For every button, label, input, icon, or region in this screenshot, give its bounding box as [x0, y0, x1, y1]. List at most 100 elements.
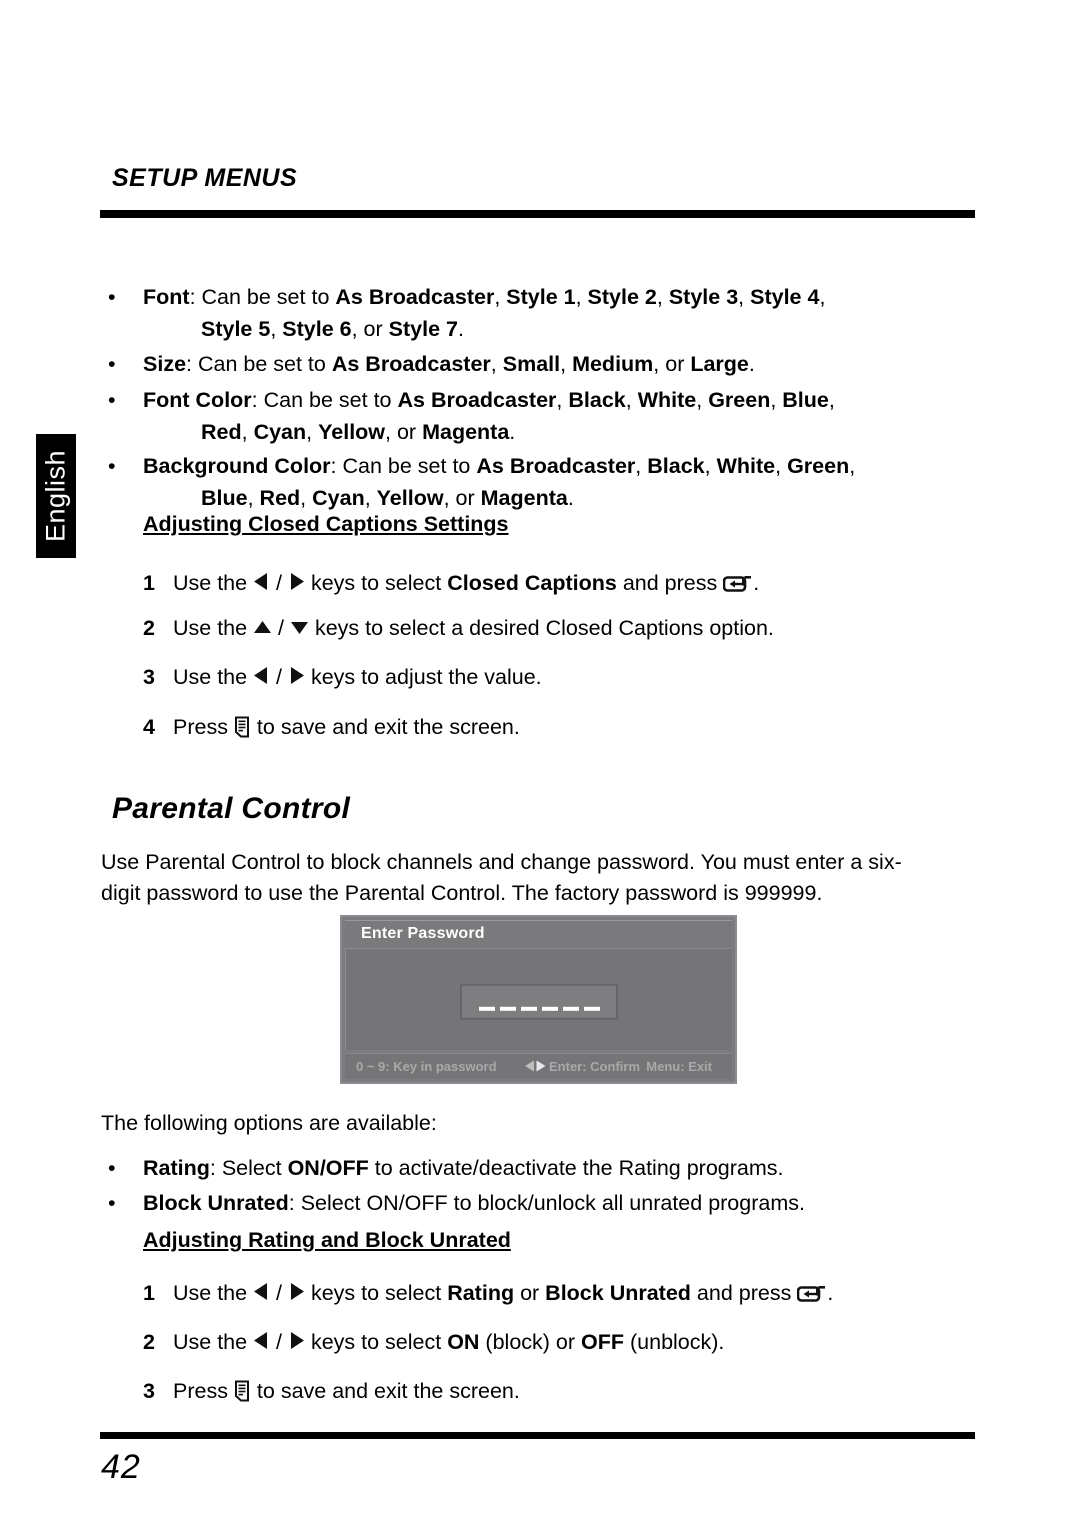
- osd-hint-confirm: Enter: Confirm: [523, 1059, 640, 1075]
- arrow-left-icon: [253, 572, 270, 591]
- heading-adjusting-closed-captions: Adjusting Closed Captions Settings: [143, 512, 509, 536]
- value-style-5: Style 5: [201, 317, 271, 341]
- conjunction-or: , or: [385, 420, 423, 444]
- osd-hint-exit: Menu: Exit: [646, 1059, 712, 1074]
- value-yellow: Yellow: [318, 420, 386, 444]
- page-number: 42: [101, 1448, 141, 1486]
- rating-step-2: 2 Use the / keys to select ON (block) or…: [143, 1327, 724, 1357]
- conjunction-or: , or: [351, 317, 389, 341]
- bullet-font-prefix: : Can be set to: [189, 285, 336, 309]
- password-dash: [562, 1006, 579, 1011]
- menu-key-icon: [234, 1380, 251, 1410]
- footer-divider: [100, 1432, 975, 1439]
- value-as-broadcaster: As Broadcaster: [476, 454, 636, 478]
- value-small: Small: [502, 352, 561, 376]
- arrow-right-icon: [288, 1282, 305, 1301]
- bullet-font-color-label: Font Color: [143, 388, 252, 412]
- left-right-arrows-icon: [523, 1060, 548, 1075]
- value-style-7: Style 7: [388, 317, 458, 341]
- password-dash: [499, 1006, 516, 1011]
- parental-intro-line-1: Use Parental Control to block channels a…: [101, 850, 902, 874]
- value-on-off: ON/OFF: [287, 1156, 369, 1180]
- password-dashes: [462, 1006, 616, 1011]
- password-input-field[interactable]: [460, 983, 618, 1020]
- value-medium: Medium: [572, 352, 654, 376]
- bullet-background-color-label: Background Color: [143, 454, 331, 478]
- parental-intro-paragraph: Use Parental Control to block channels a…: [101, 847, 981, 909]
- value-rating: Rating: [447, 1281, 515, 1305]
- bullet-background-color-text: Background Color: Can be set to As Broad…: [143, 450, 980, 514]
- value-large: Large: [690, 352, 749, 376]
- cc-step-1: 1 Use the / keys to select Closed Captio…: [143, 568, 759, 602]
- osd-enter-password-dialog: Enter Password 0 ~ 9: Key in password En…: [340, 915, 737, 1084]
- cc-step-3: 3 Use the / keys to adjust the value.: [143, 662, 542, 692]
- value-green: Green: [708, 388, 771, 412]
- bullet-font-label: Font: [143, 285, 190, 309]
- osd-footer: 0 ~ 9: Key in password Enter: Confirm Me…: [345, 1053, 732, 1079]
- arrow-up-icon: [253, 619, 272, 636]
- section-title-parental-control: Parental Control: [112, 792, 351, 825]
- bullet-rating-label: Rating: [143, 1156, 210, 1180]
- value-block-unrated: Block Unrated: [545, 1281, 691, 1305]
- bullet-size-prefix: : Can be set to: [186, 352, 332, 376]
- bullet-dot: •: [108, 454, 116, 478]
- password-dash: [541, 1006, 558, 1011]
- arrow-right-icon: [288, 666, 305, 685]
- cc-step-1-text: Use the / keys to select Closed Captions…: [173, 568, 759, 602]
- bullet-dot: •: [108, 1191, 116, 1215]
- value-yellow: Yellow: [376, 486, 444, 510]
- bullet-dot: •: [108, 352, 116, 376]
- rating-step-1: 1 Use the / keys to select Rating or Blo…: [143, 1278, 833, 1312]
- value-as-broadcaster: As Broadcaster: [397, 388, 557, 412]
- rating-step-3-text: Press to save and exit the screen.: [173, 1376, 520, 1410]
- arrow-down-icon: [290, 619, 309, 636]
- cc-step-4-number: 4: [143, 715, 155, 739]
- bullet-size: • Size: Can be set to As Broadcaster, Sm…: [100, 348, 980, 380]
- value-blue: Blue: [782, 388, 829, 412]
- bullet-dot: •: [108, 285, 116, 309]
- value-style-2: Style 2: [587, 285, 657, 309]
- language-tab: English: [36, 434, 76, 558]
- bullet-size-label: Size: [143, 352, 187, 376]
- value-black: Black: [647, 454, 705, 478]
- osd-title: Enter Password: [361, 925, 485, 942]
- value-red: Red: [201, 420, 242, 444]
- value-white: White: [716, 454, 776, 478]
- cc-step-4: 4 Press to save and exit the screen.: [143, 712, 520, 746]
- arrow-right-icon: [288, 572, 305, 591]
- bullet-font-color-line2: Red, Cyan, Yellow, or Magenta.: [201, 420, 516, 444]
- cc-step-2: 2 Use the / keys to select a desired Clo…: [143, 613, 774, 643]
- value-white: White: [637, 388, 697, 412]
- arrow-left-icon: [253, 1331, 270, 1350]
- bullet-background-color: • Background Color: Can be set to As Bro…: [100, 450, 980, 514]
- conjunction-or: , or: [443, 486, 481, 510]
- manual-page: English SETUP MENUS • Font: Can be set t…: [0, 0, 1080, 1529]
- language-tab-label: English: [40, 449, 71, 543]
- heading-adjusting-rating-block-unrated: Adjusting Rating and Block Unrated: [143, 1228, 511, 1252]
- password-dash: [520, 1006, 537, 1011]
- bullet-font-color-text: Font Color: Can be set to As Broadcaster…: [143, 384, 980, 448]
- bullet-block-unrated-text: Block Unrated: Select ON/OFF to block/un…: [143, 1191, 805, 1215]
- osd-body: [345, 948, 732, 1050]
- bullet-rating-text: Rating: Select ON/OFF to activate/deacti…: [143, 1156, 784, 1180]
- value-green: Green: [787, 454, 850, 478]
- enter-key-icon: [722, 572, 753, 602]
- rating-step-1-number: 1: [143, 1281, 155, 1305]
- bullet-size-text: Size: Can be set to As Broadcaster, Smal…: [143, 352, 755, 376]
- arrow-left-icon: [253, 1282, 270, 1301]
- rating-step-2-number: 2: [143, 1330, 155, 1354]
- bullet-font: • Font: Can be set to As Broadcaster, St…: [100, 281, 980, 345]
- bullet-dot: •: [108, 388, 116, 412]
- value-off: OFF: [581, 1330, 625, 1354]
- bullet-dot: •: [108, 1156, 116, 1180]
- bullet-block-unrated: • Block Unrated: Select ON/OFF to block/…: [100, 1187, 980, 1219]
- value-on: ON: [447, 1330, 480, 1354]
- cc-step-1-number: 1: [143, 571, 155, 595]
- arrow-right-icon: [288, 1331, 305, 1350]
- osd-hint-keyin: 0 ~ 9: Key in password: [356, 1059, 497, 1074]
- value-magenta: Magenta: [422, 420, 510, 444]
- rating-step-1-text: Use the / keys to select Rating or Block…: [173, 1278, 833, 1312]
- value-style-4: Style 4: [750, 285, 820, 309]
- page-header-title: SETUP MENUS: [112, 164, 298, 192]
- menu-key-icon: [234, 716, 251, 746]
